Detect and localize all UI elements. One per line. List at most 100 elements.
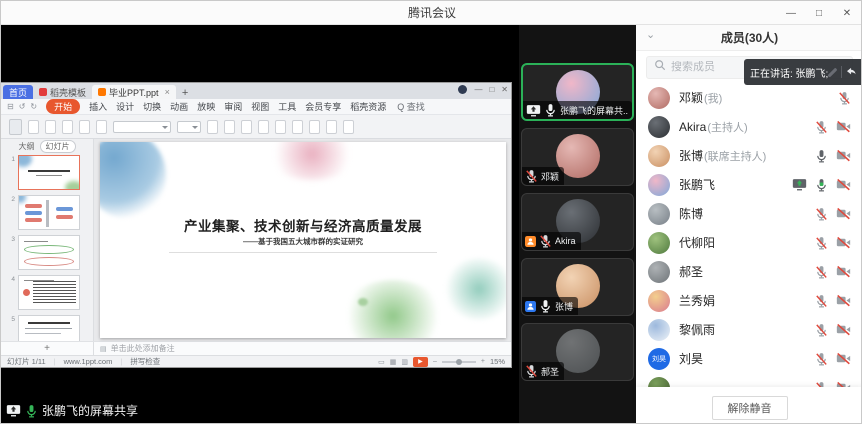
slideshow-play-button[interactable]: ▶ [412,356,428,367]
find-menu[interactable]: Q 查找 [397,100,425,113]
status-separator: | [53,357,56,366]
menu-3[interactable]: 切换 [143,100,161,113]
undo-icon[interactable]: ↺ [19,102,26,111]
ribbon-tool-icon[interactable] [28,119,39,134]
member-row[interactable]: 代柳阳 [636,228,861,257]
close-tab-icon[interactable]: × [165,87,170,97]
ribbon-tool-icon[interactable] [96,119,107,134]
member-avatar: 刘昊 [648,347,670,370]
quick-access-toolbar: ⊟ ↺ ↻ [7,102,37,111]
member-status-icons [815,120,851,134]
ribbon-tool-icon[interactable] [45,119,56,134]
ribbon-tool-icon[interactable] [79,119,90,134]
video-tile[interactable]: 张鹏飞的屏幕共.. [521,63,634,121]
maximize-icon[interactable]: □ [805,1,833,25]
grid-view-icon[interactable]: ▦ [390,358,397,366]
ribbon-tool-icon[interactable] [241,119,252,134]
font-size-box[interactable] [177,120,201,133]
ribbon-tool-icon[interactable] [326,119,337,134]
mic-white-icon [544,103,557,117]
menu-9[interactable]: 会员专享 [305,100,341,113]
unmute-button[interactable]: 解除静音 [711,396,788,420]
mic-muted-icon [815,352,828,366]
ppt-file-icon [98,88,107,96]
menu-4[interactable]: 动画 [170,100,188,113]
paste-button[interactable] [9,118,22,135]
member-avatar [648,202,670,225]
menu-5[interactable]: 放映 [197,100,215,113]
wps-docer-tab[interactable]: 稻壳模板 [33,85,92,99]
wps-document-tab[interactable]: 毕业PPT.ppt × [92,85,176,99]
member-row[interactable]: 郝圣 [636,257,861,286]
video-tile[interactable]: 郝圣 [521,323,634,381]
ribbon-tool-icon[interactable] [309,119,320,134]
save-icon[interactable]: ⊟ [7,102,14,111]
notes-bar[interactable]: ▤ 单击此处添加备注 [94,342,511,355]
minimize-icon[interactable]: — [777,1,805,25]
slide-canvas[interactable]: 产业集聚、技术创新与经济高质量发展 ——基于我国五大城市群的实证研究 [94,139,511,341]
wps-maximize-icon[interactable]: □ [489,85,494,94]
slide-thumbnail[interactable] [18,235,80,270]
menu-6[interactable]: 审阅 [224,100,242,113]
close-icon[interactable]: ✕ [833,1,861,25]
ribbon-tool-icon[interactable] [62,119,73,134]
menu-7[interactable]: 视图 [251,100,269,113]
member-row[interactable]: Akira(主持人) [636,112,861,141]
menu-8[interactable]: 工具 [278,100,296,113]
slide-thumbnail[interactable] [18,275,80,310]
slide-thumbnail[interactable] [18,315,80,341]
member-row[interactable]: 张博(联席主持人) [636,141,861,170]
add-slide-button[interactable]: + [1,342,94,355]
back-arrow-icon[interactable] [846,63,857,81]
reading-view-icon[interactable]: ▥ [401,358,408,366]
tab-slides[interactable]: 幻灯片 [39,139,76,153]
video-tile[interactable]: Akira [521,193,634,251]
zoom-slider-knob[interactable] [455,358,462,365]
member-name: Akira(主持人) [679,119,748,134]
member-row[interactable]: 张鹏飞 [636,170,861,199]
new-tab-icon[interactable]: + [176,87,194,99]
slide-thumb-row: 3 [5,235,93,270]
redo-icon[interactable]: ↻ [30,102,37,111]
chevron-down-icon[interactable]: ⌄ [646,28,655,41]
slide-thumbnail[interactable] [18,195,80,230]
ribbon-tool-icon[interactable] [224,119,235,134]
ribbon-tool-icon[interactable] [275,119,286,134]
font-name-box[interactable] [113,120,171,133]
menu-2[interactable]: 设计 [116,100,134,113]
wps-account-avatar[interactable] [458,85,468,94]
zoom-in-icon[interactable]: + [481,358,485,365]
slide-number: 4 [11,276,15,283]
mic-muted-white-icon [525,169,538,183]
zoom-slider[interactable] [441,358,476,365]
menu-1[interactable]: 插入 [89,100,107,113]
wps-home-tab[interactable]: 首页 [3,85,34,99]
zoom-out-icon[interactable]: – [433,358,437,365]
member-avatar [648,318,670,341]
ribbon-tool-icon[interactable] [343,119,354,134]
member-row[interactable]: 刘昊 刘昊 [636,344,861,373]
slide-thumbnail[interactable] [18,155,80,190]
member-row[interactable]: 邓颖(我) [636,83,861,112]
member-row[interactable]: 兰秀娟 [636,286,861,315]
member-row[interactable]: 陈博 [636,199,861,228]
cam-off-icon [836,323,851,336]
video-tile[interactable]: 邓颖 [521,128,634,186]
blurred-name [827,67,838,77]
ribbon-tool-icon[interactable] [207,119,218,134]
normal-view-icon[interactable]: ▭ [378,358,385,366]
status-item: 拼写检查 [130,357,161,366]
member-role: (我) [704,93,723,105]
wps-minimize-icon[interactable]: — [474,85,482,94]
member-row[interactable]: 黎佩雨 [636,315,861,344]
ribbon-tool-icon[interactable] [292,119,303,134]
member-row[interactable] [636,373,861,387]
tab-outline[interactable]: 大纲 [19,141,35,152]
member-avatar [648,376,670,387]
wps-close-icon[interactable]: ✕ [501,85,508,94]
ribbon-tool-icon[interactable] [258,119,269,134]
video-tile[interactable]: 张博 [521,258,634,316]
menu-10[interactable]: 稻壳资源 [350,100,386,113]
menu-0[interactable]: 开始 [46,99,81,114]
cam-off-icon [836,120,851,133]
